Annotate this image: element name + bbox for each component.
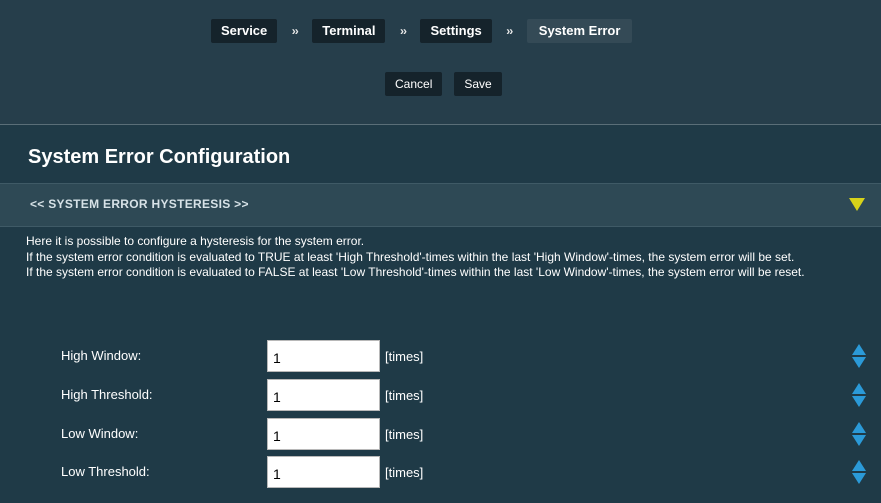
low-window-input[interactable] [267, 418, 380, 450]
description-line: If the system error condition is evaluat… [26, 265, 805, 279]
section-title-hysteresis[interactable]: << SYSTEM ERROR HYSTERESIS >> [30, 197, 249, 211]
unit-label: [times] [385, 427, 424, 442]
breadcrumb-separator-icon: ›› [399, 24, 407, 38]
breadcrumb-separator-icon: ›› [291, 24, 299, 38]
section-header: << SYSTEM ERROR HYSTERESIS >> [0, 183, 881, 227]
unit-label: [times] [385, 349, 424, 364]
save-button[interactable]: Save [454, 72, 502, 96]
description-text: Here it is possible to configure a hyste… [26, 234, 846, 281]
spinner-updown-icon[interactable] [852, 344, 866, 370]
high-threshold-input[interactable] [267, 379, 380, 411]
action-buttons: Cancel Save [385, 72, 502, 96]
description-line: Here it is possible to configure a hyste… [26, 234, 365, 248]
low-threshold-label: Low Threshold: [61, 464, 150, 479]
spinner-updown-icon[interactable] [852, 383, 866, 409]
low-threshold-input[interactable] [267, 456, 380, 488]
breadcrumb-terminal[interactable]: Terminal [312, 19, 386, 43]
cancel-button[interactable]: Cancel [385, 72, 443, 96]
top-navigation-bar: Service ›› Terminal ›› Settings ›› Syste… [0, 0, 881, 125]
high-window-input[interactable] [267, 340, 380, 372]
high-threshold-label: High Threshold: [61, 387, 153, 402]
field-row-high-window: High Window: [times] [0, 340, 881, 372]
field-row-low-threshold: Low Threshold: [times] [0, 456, 881, 488]
breadcrumb-separator-icon: ›› [506, 24, 513, 38]
triangle-down-icon[interactable] [849, 198, 865, 211]
field-row-high-threshold: High Threshold: [times] [0, 379, 881, 411]
field-row-low-window: Low Window: [times] [0, 418, 881, 450]
low-window-label: Low Window: [61, 426, 139, 441]
spinner-updown-icon[interactable] [852, 460, 866, 486]
page-title: System Error Configuration [28, 146, 291, 168]
description-line: If the system error condition is evaluat… [26, 249, 795, 264]
unit-label: [times] [385, 465, 424, 480]
spinner-updown-icon[interactable] [852, 422, 866, 448]
breadcrumb-service[interactable]: Service [211, 19, 278, 43]
breadcrumb: Service ›› Terminal ›› Settings ›› Syste… [211, 19, 633, 43]
high-window-label: High Window: [61, 348, 142, 363]
unit-label: [times] [385, 388, 424, 403]
breadcrumb-settings[interactable]: Settings [420, 19, 492, 43]
breadcrumb-system-error[interactable]: System Error [526, 19, 633, 43]
